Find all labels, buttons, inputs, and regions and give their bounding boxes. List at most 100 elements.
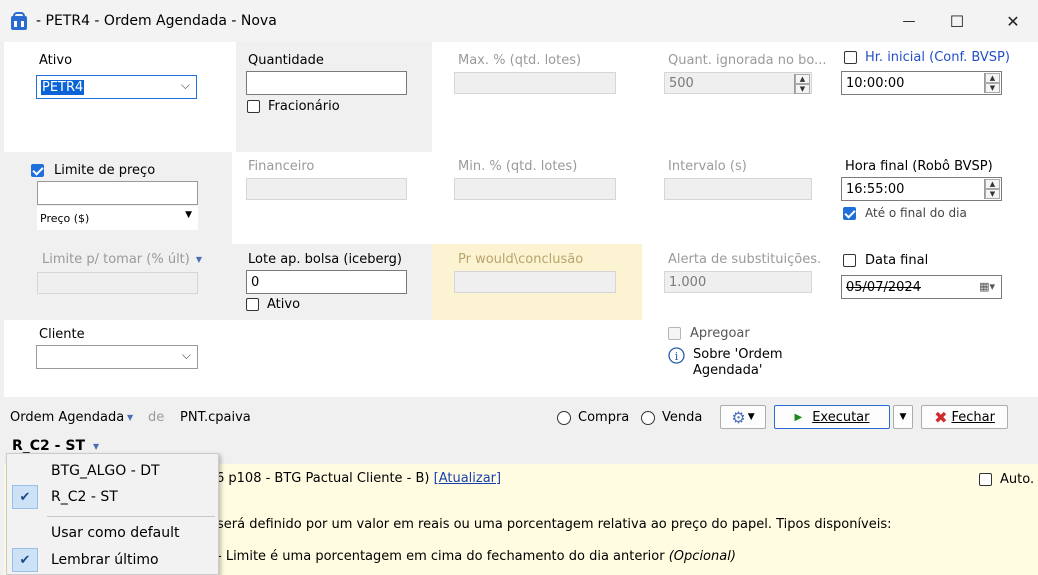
menu-item-r-c2[interactable]: ✔ R_C2 - ST (7, 484, 218, 510)
atualizar-link[interactable]: [Atualizar] (434, 471, 501, 486)
limite-tomar-label: Limite p/ tomar (% últ) (42, 252, 190, 267)
dropdown-arrow-icon: ▼ (747, 412, 755, 422)
account-text: 6 p108 - BTG Pactual Cliente - B) (216, 471, 434, 486)
lote-bolsa-input[interactable]: 0 (246, 270, 407, 294)
lote-ativo-box (246, 298, 259, 311)
limite-preco-label: Limite de preço (54, 163, 156, 178)
venda-label: Venda (662, 410, 703, 425)
ordem-agendada-label[interactable]: Ordem Agendada (10, 410, 124, 425)
order-form: Ativo PETR4 ⌵ Quantidade Fracionário Max… (4, 42, 1038, 397)
executar-button[interactable]: ▶ Executar (774, 405, 890, 429)
ate-final-checkbox[interactable]: Até o final do dia (843, 206, 967, 220)
ativo-combo[interactable]: PETR4 ⌵ (36, 75, 197, 99)
limite-preco-input[interactable] (37, 181, 198, 205)
spin-down-icon[interactable]: ▼ (985, 189, 1000, 199)
limite-tomar-input (37, 272, 198, 294)
fracionario-box (247, 100, 260, 113)
svg-text:i: i (675, 350, 679, 363)
max-pct-input (454, 72, 616, 94)
strategy-menu: BTG_ALGO - DT ✔ R_C2 - ST Usar como defa… (6, 453, 219, 575)
menu-divider (47, 516, 215, 517)
ativo-value: PETR4 (41, 79, 85, 95)
menu-item-btg-algo[interactable]: BTG_ALGO - DT (7, 458, 218, 484)
settings-button[interactable]: ⚙ ▼ (720, 405, 766, 429)
dropdown-arrow-icon: ▼ (93, 441, 100, 451)
strategy-selector[interactable]: R_C2 - ST ▼ (12, 438, 99, 454)
info-line-2-text: - Limite é uma porcentagem em cima do fe… (217, 549, 665, 564)
financeiro-input (246, 178, 407, 200)
quant-ignorada-value: 500 (669, 75, 694, 91)
cliente-combo[interactable]: ⌵ (36, 345, 198, 369)
data-final-checkbox[interactable]: Data final (843, 253, 928, 268)
menu-item-label: R_C2 - ST (51, 489, 118, 505)
min-pct-label: Min. % (qtd. lotes) (458, 159, 578, 174)
hr-inicial-checkbox[interactable]: Hr. inicial (Conf. BVSP) (844, 50, 1010, 65)
min-pct-input (454, 178, 616, 200)
apregoar-checkbox[interactable]: Apregoar (668, 326, 750, 341)
dropdown-arrow-icon[interactable]: ▼ (127, 413, 133, 422)
account-line: 6 p108 - BTG Pactual Cliente - B) [Atual… (216, 471, 501, 486)
limite-tomar-label-wrap[interactable]: Limite p/ tomar (% últ) ▼ (42, 252, 202, 267)
hr-inicial-spinner[interactable]: ▲ ▼ (984, 73, 1000, 93)
quantidade-input[interactable] (246, 71, 407, 95)
maximize-button[interactable]: ☐ (932, 0, 982, 42)
gear-icon: ⚙ (731, 407, 746, 427)
quant-ignorada-input: 500 ▲ ▼ (664, 72, 812, 94)
app-icon (11, 12, 27, 30)
hr-inicial-input[interactable]: 10:00:00 ▲ ▼ (841, 71, 1002, 95)
info-line-2-italic: (Opcional) (668, 549, 736, 564)
venda-radio-circle (641, 410, 655, 425)
lote-ativo-label: Ativo (267, 297, 301, 312)
pr-would-label: Pr would\conclusão (458, 252, 584, 267)
intervalo-input (664, 178, 812, 200)
preco-type-value: Preço ($) (40, 211, 90, 225)
auto-box (979, 473, 992, 486)
title-bar: - PETR4 - Ordem Agendada - Nova — ☐ ✕ (0, 0, 1038, 42)
chevron-down-icon: ⌵ (180, 78, 190, 92)
financeiro-label: Financeiro (248, 159, 315, 174)
fechar-label: Fechar (951, 409, 995, 425)
spin-up-icon[interactable]: ▲ (985, 179, 1000, 189)
fechar-button[interactable]: ✖ Fechar (921, 405, 1008, 429)
sobre-link[interactable]: i Sobre 'Ordem Agendada' (668, 347, 783, 379)
info-icon: i (668, 347, 685, 364)
info-line-1: será definido por um valor em reais ou u… (217, 517, 892, 532)
menu-item-label: Lembrar último (51, 552, 159, 568)
hr-inicial-value: 10:00:00 (846, 75, 905, 91)
info-line-2: - Limite é uma porcentagem em cima do fe… (217, 549, 736, 564)
ativo-label: Ativo (39, 53, 73, 68)
calendar-icon[interactable]: ▦▾ (979, 280, 995, 293)
compra-radio[interactable]: Compra (557, 410, 629, 425)
panel-right (640, 42, 1038, 397)
auto-checkbox[interactable]: Auto. (979, 472, 1034, 487)
executar-dropdown-button[interactable]: ▼ (893, 405, 913, 429)
dropdown-arrow-icon: ▼ (185, 210, 192, 220)
menu-item-lembrar-ultimo[interactable]: ✔ Lembrar último (7, 547, 218, 573)
lote-ativo-checkbox[interactable]: Ativo (246, 297, 300, 312)
preco-type-select[interactable]: Preço ($) ▼ (37, 206, 198, 230)
pr-would-input (454, 271, 616, 293)
minimize-button[interactable]: — (884, 0, 934, 42)
spin-down-icon[interactable]: ▼ (985, 83, 1000, 93)
fracionario-checkbox[interactable]: Fracionário (247, 99, 340, 114)
data-final-input[interactable]: 05/07/2024 ▦▾ (841, 275, 1002, 299)
executar-label: Executar (812, 409, 870, 425)
close-icon: ✕ (1006, 11, 1020, 31)
quant-ignorada-label: Quant. ignorada no bo... (668, 53, 827, 68)
venda-radio[interactable]: Venda (641, 410, 702, 425)
menu-item-label: Usar como default (51, 525, 180, 541)
hora-final-label: Hora final (Robô BVSP) (845, 159, 993, 174)
close-x-icon: ✖ (934, 407, 948, 427)
check-icon: ✔ (12, 485, 38, 509)
hora-final-input[interactable]: 16:55:00 ▲ ▼ (841, 177, 1002, 201)
menu-item-label: BTG_ALGO - DT (51, 463, 160, 479)
spin-up-icon[interactable]: ▲ (985, 73, 1000, 83)
spin-up-icon: ▲ (795, 74, 810, 84)
strategy-label: R_C2 - ST (12, 438, 85, 454)
sobre-label: Sobre 'Ordem Agendada' (693, 347, 783, 378)
close-window-button[interactable]: ✕ (988, 0, 1038, 42)
menu-item-usar-default[interactable]: Usar como default (7, 520, 218, 546)
apregoar-box (668, 327, 681, 340)
limite-preco-checkbox[interactable]: Limite de preço (31, 163, 155, 178)
hora-final-spinner[interactable]: ▲ ▼ (984, 179, 1000, 199)
